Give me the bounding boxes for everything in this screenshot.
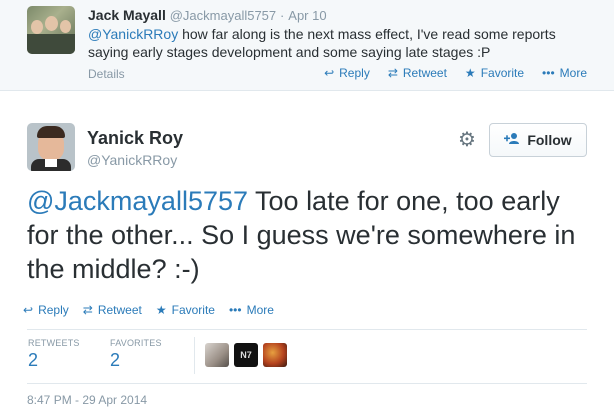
main-tweet-actions: ↩ Reply ⇄ Retweet ★ Favorite ••• More	[23, 303, 288, 317]
reply-icon: ↩	[23, 303, 34, 317]
favorite-button[interactable]: ★ Favorite	[156, 303, 215, 317]
main-tweet-mention[interactable]: @Jackmayall5757	[27, 186, 248, 216]
parent-avatar[interactable]	[27, 6, 75, 54]
retweet-icon: ⇄	[82, 303, 93, 317]
favorite-icon: ★	[464, 66, 476, 80]
gear-icon[interactable]: ⚙	[457, 130, 477, 150]
parent-author-handle[interactable]: @Jackmayall5757	[170, 8, 276, 23]
more-icon: •••	[542, 66, 555, 80]
parent-tweet-mention[interactable]: @YanickRRoy	[88, 26, 178, 42]
parent-tweet[interactable]: Jack Mayall @Jackmayall5757 · Apr 10 @Ya…	[0, 0, 614, 91]
parent-tweet-date[interactable]: Apr 10	[288, 8, 326, 23]
follow-button[interactable]: Follow	[489, 123, 587, 157]
parent-date-separator: ·	[280, 8, 285, 23]
parent-retweet-label: Retweet	[402, 66, 447, 80]
reply-label: Reply	[38, 303, 69, 317]
parent-favorite-label: Favorite	[480, 66, 525, 80]
parent-retweet-button[interactable]: ⇄ Retweet	[388, 66, 447, 80]
favoriter-avatar[interactable]	[263, 343, 287, 367]
main-author-avatar[interactable]	[27, 123, 75, 171]
main-tweet-text: @Jackmayall5757 Too late for one, too ea…	[27, 184, 587, 286]
more-icon: •••	[228, 303, 242, 317]
favoriter-avatar[interactable]	[205, 343, 229, 367]
reply-button[interactable]: ↩ Reply	[23, 303, 69, 317]
more-button[interactable]: ••• More	[229, 303, 274, 317]
stats-separator	[194, 337, 195, 374]
main-author-name[interactable]: Yanick Roy	[87, 128, 183, 149]
more-label: More	[246, 303, 274, 317]
favorite-icon: ★	[155, 303, 167, 317]
reply-icon: ↩	[324, 66, 335, 80]
retweets-stat-label: RETWEETS	[28, 338, 80, 348]
follow-label: Follow	[527, 132, 572, 148]
retweet-label: Retweet	[97, 303, 142, 317]
parent-author-name[interactable]: Jack Mayall	[88, 7, 166, 23]
parent-tweet-text: @YanickRRoy how far along is the next ma…	[88, 25, 588, 61]
parent-tweet-actions: ↩ Reply ⇄ Retweet ★ Favorite ••• More	[306, 66, 587, 80]
tweet-timestamp: 8:47 PM - 29 Apr 2014	[27, 393, 148, 407]
favoriter-avatar[interactable]: N7	[234, 343, 258, 367]
parent-details-link[interactable]: Details	[88, 67, 125, 81]
stats-top-divider	[27, 329, 587, 330]
favorite-label: Favorite	[171, 303, 215, 317]
parent-reply-button[interactable]: ↩ Reply	[324, 66, 370, 80]
retweet-button[interactable]: ⇄ Retweet	[83, 303, 142, 317]
favorites-stat[interactable]: FAVORITES 2	[110, 338, 162, 371]
follow-user-icon	[504, 132, 520, 148]
retweet-icon: ⇄	[387, 66, 398, 80]
parent-more-label: More	[559, 66, 587, 80]
favorites-stat-label: FAVORITES	[110, 338, 162, 348]
parent-reply-label: Reply	[339, 66, 370, 80]
retweets-count: 2	[28, 350, 39, 370]
parent-tweet-header: Jack Mayall @Jackmayall5757 · Apr 10	[88, 7, 327, 23]
parent-more-button[interactable]: ••• More	[542, 66, 587, 80]
favorites-count: 2	[110, 350, 121, 370]
parent-favorite-button[interactable]: ★ Favorite	[465, 66, 524, 80]
retweets-stat[interactable]: RETWEETS 2	[28, 338, 80, 371]
main-author-handle[interactable]: @YanickRRoy	[87, 152, 177, 168]
stats-bottom-divider	[27, 383, 587, 384]
